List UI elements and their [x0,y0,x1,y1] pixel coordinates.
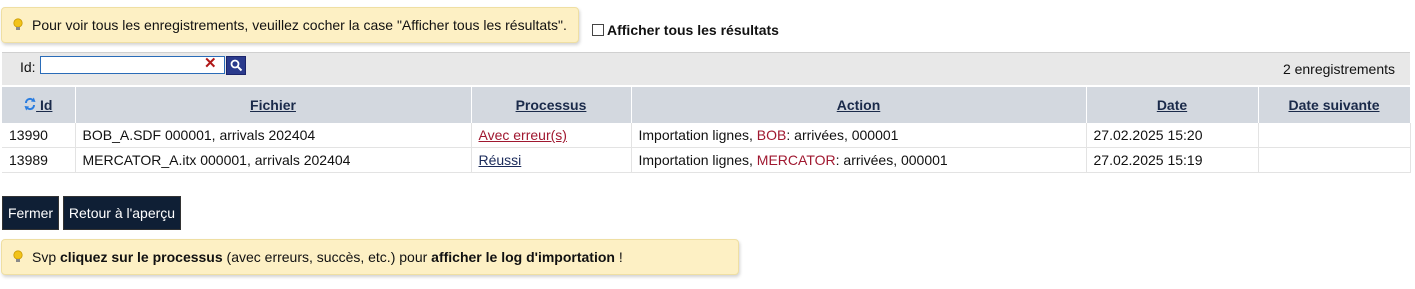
back-to-overview-button[interactable]: Retour à l'aperçu [63,196,181,230]
import-table: Id Fichier Processus Action Date Date su… [2,87,1411,173]
action-prefix: Importation lignes, [638,152,757,168]
column-header-date[interactable]: Date [1086,87,1259,123]
action-name: MERCATOR [756,152,836,168]
column-header-fichier[interactable]: Fichier [75,87,472,123]
table-row: 13989 MERCATOR_A.itx 000001, arrivals 20… [2,147,1411,173]
checkbox-box[interactable] [592,24,604,36]
action-name: BOB [756,127,787,143]
info-notice-top: Pour voir tous les enregistrements, veui… [1,7,579,43]
cell-date: 27.02.2025 15:20 [1086,123,1259,148]
action-suffix: : arrivées, 000001 [835,152,948,168]
cell-id: 13990 [2,123,76,148]
clear-icon[interactable]: ✕ [204,55,217,73]
process-link-error[interactable]: Avec erreur(s) [479,127,567,143]
filter-bar: Id: ✕ 2 enregistrements [2,52,1410,85]
cell-fichier: MERCATOR_A.itx 000001, arrivals 202404 [75,147,472,173]
cell-fichier: BOB_A.SDF 000001, arrivals 202404 [75,123,472,148]
id-filter-label: Id: [20,59,36,75]
record-count: 2 enregistrements [1282,61,1395,77]
column-header-date-suivante[interactable]: Date suivante [1258,87,1411,123]
close-button[interactable]: Fermer [2,196,59,230]
action-suffix: : arrivées, 000001 [786,127,899,143]
cell-action: Importation lignes, BOB: arrivées, 00000… [631,123,1087,148]
lightbulb-icon [10,18,26,32]
show-all-checkbox[interactable]: Afficher tous les résultats [592,22,779,38]
notice-top-text: Pour voir tous les enregistrements, veui… [32,17,567,33]
search-icon [230,59,242,72]
column-header-id-label[interactable]: Id [40,97,52,113]
process-link-success[interactable]: Réussi [479,152,522,168]
table-header: Id Fichier Processus Action Date Date su… [2,87,1411,123]
id-filter-input[interactable] [40,56,225,74]
cell-date-suivante [1258,123,1411,148]
info-notice-bottom: Svp cliquez sur le processus (avec erreu… [1,239,739,275]
column-header-id[interactable]: Id [2,87,76,123]
refresh-icon[interactable] [24,97,36,111]
search-button[interactable] [226,56,246,75]
notice-bottom-text: Svp cliquez sur le processus (avec erreu… [32,249,623,265]
lightbulb-icon [10,250,26,264]
cell-date: 27.02.2025 15:19 [1086,147,1259,173]
show-all-label: Afficher tous les résultats [607,22,779,38]
action-prefix: Importation lignes, [638,127,757,143]
cell-date-suivante [1258,147,1411,173]
cell-id: 13989 [2,147,76,173]
column-header-processus[interactable]: Processus [471,87,632,123]
cell-action: Importation lignes, MERCATOR: arrivées, … [631,147,1087,173]
column-header-action[interactable]: Action [631,87,1087,123]
table-row: 13990 BOB_A.SDF 000001, arrivals 202404 … [2,123,1411,148]
